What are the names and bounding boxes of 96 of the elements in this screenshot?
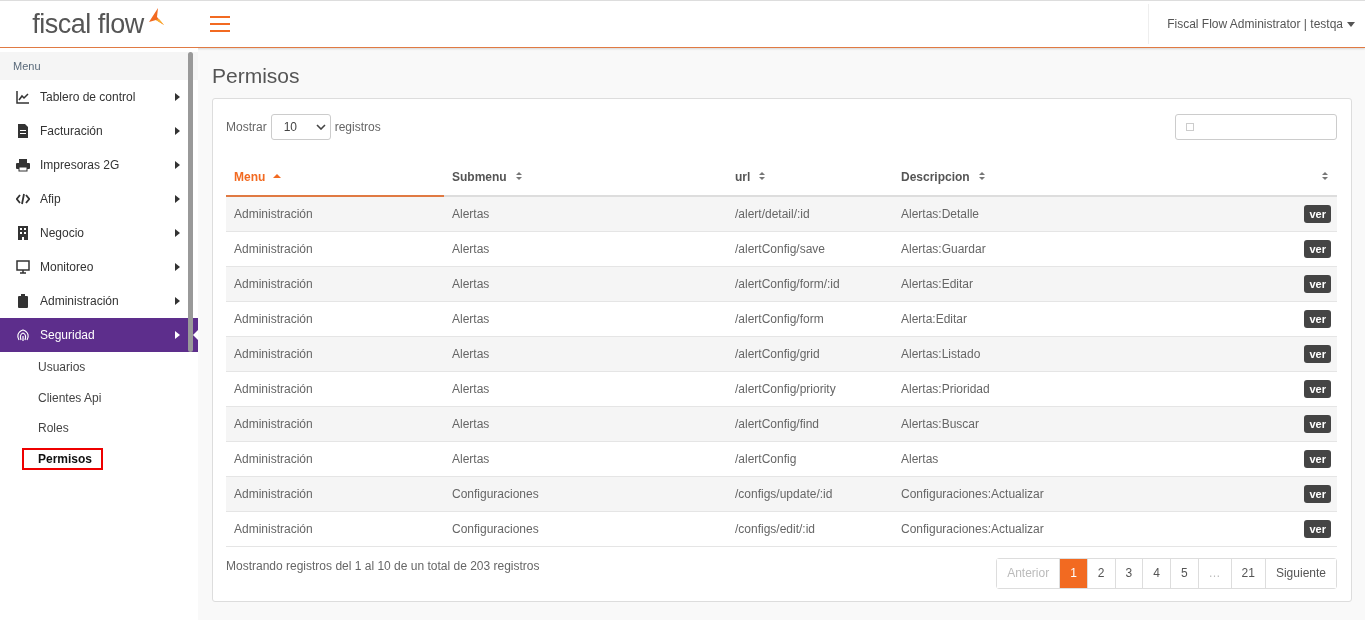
table-cell: Alertas:Listado [893, 336, 1247, 371]
table-cell: Alertas [444, 371, 727, 406]
table-cell: Alertas [444, 336, 727, 371]
table-cell: Alertas:Detalle [893, 196, 1247, 231]
view-button[interactable]: ver [1304, 344, 1331, 363]
building-icon [16, 226, 30, 240]
sidebar-item[interactable]: Monitoreo [0, 250, 198, 284]
sort-icon [1321, 171, 1329, 181]
table-cell: Administración [226, 196, 444, 231]
submenu-item[interactable]: Permisos [22, 447, 103, 470]
table-cell: Alertas [444, 266, 727, 301]
table-cell: Configuraciones [444, 476, 727, 511]
sidebar-item[interactable]: Afip [0, 182, 198, 216]
sidebar-item[interactable]: Facturación [0, 114, 198, 148]
submenu-item[interactable]: Roles [0, 413, 198, 444]
table-cell: /alertConfig/grid [727, 336, 893, 371]
table-cell: Alertas [444, 196, 727, 231]
table-cell: Configuraciones:Actualizar [893, 511, 1247, 546]
table-cell: /alertConfig/find [727, 406, 893, 441]
line-chart-icon [16, 90, 30, 104]
sidebar-heading: Menu [0, 52, 198, 80]
view-button[interactable]: ver [1304, 414, 1331, 433]
submenu-item[interactable]: Usuarios [0, 352, 198, 383]
sidebar-item[interactable]: Impresoras 2G [0, 148, 198, 182]
view-button[interactable]: ver [1304, 484, 1331, 503]
pagination-button[interactable]: Siguiente [1264, 558, 1336, 588]
table-cell: /alertConfig/form/:id [727, 266, 893, 301]
submenu-item[interactable]: Clientes Api [0, 382, 198, 413]
sidebar-item[interactable]: Negocio [0, 216, 198, 250]
menu-icon[interactable] [210, 16, 230, 32]
table-cell: Alertas [444, 406, 727, 441]
caret-icon [175, 195, 180, 203]
caret-icon [175, 263, 180, 271]
table-cell: Configuraciones:Actualizar [893, 476, 1247, 511]
search-field[interactable] [1175, 114, 1337, 140]
page-size-dropdown[interactable]: 10 [270, 114, 331, 140]
table-cell: Administración [226, 441, 444, 476]
view-button[interactable]: ver [1304, 519, 1331, 538]
fingerprint-icon [16, 328, 30, 342]
table-cell: /configs/update/:id [727, 476, 893, 511]
caret-icon [175, 127, 180, 135]
length-label: registros [334, 120, 381, 134]
table-cell: Administración [226, 231, 444, 266]
table-cell: Alertas:Guardar [893, 231, 1247, 266]
sidebar-item[interactable]: Tablero de control [0, 80, 198, 114]
table-cell: Alertas [444, 441, 727, 476]
caret-icon [175, 161, 180, 169]
view-button[interactable]: ver [1304, 204, 1331, 223]
table-cell: /alertConfig/priority [727, 371, 893, 406]
table-cell: Administración [226, 266, 444, 301]
document-icon [16, 124, 30, 138]
caret-icon [175, 93, 180, 101]
caret-icon [1347, 21, 1355, 27]
caret-icon [175, 229, 180, 237]
sidebar-item[interactable]: Administración [0, 284, 198, 318]
view-button[interactable]: ver [1304, 379, 1331, 398]
table-cell: /alert/detail/:id [727, 196, 893, 231]
table-cell: Administración [226, 406, 444, 441]
length-label: Mostrar [226, 120, 267, 134]
table-cell: Alertas [893, 441, 1247, 476]
table-cell: Alerta:Editar [893, 301, 1247, 336]
code-icon [16, 192, 30, 206]
table-info: Mostrando registros del 1 al 10 de un total de 203 registros [226, 558, 540, 573]
table-cell: Administración [226, 476, 444, 511]
caret-icon [175, 297, 180, 305]
sort-ascending-icon [273, 171, 282, 181]
table-cell: Administración [226, 511, 444, 546]
sidebar-item[interactable]: Seguridad [0, 318, 198, 352]
sort-icon [758, 171, 767, 181]
caret-icon [175, 331, 180, 339]
table-cell: Alertas:Buscar [893, 406, 1247, 441]
table-cell: /alertConfig/save [727, 231, 893, 266]
view-button[interactable]: ver [1304, 309, 1331, 328]
logo-text: fiscal flow [32, 8, 144, 40]
table-cell: Configuraciones [444, 511, 727, 546]
table-cell: /alertConfig/form [727, 301, 893, 336]
sort-icon [514, 171, 523, 181]
view-button[interactable]: ver [1304, 239, 1331, 258]
monitor-icon [16, 260, 30, 274]
table-cell: Alertas [444, 301, 727, 336]
chevron-icon [315, 124, 326, 130]
clipboard-icon [16, 294, 30, 308]
table-cell: Administración [226, 336, 444, 371]
table-cell: /configs/edit/:id [727, 511, 893, 546]
view-button[interactable]: ver [1304, 274, 1331, 293]
page-title: Permisos [212, 64, 301, 88]
view-button[interactable]: ver [1304, 449, 1331, 468]
table-cell: Administración [226, 371, 444, 406]
table-cell: /alertConfig [727, 441, 893, 476]
printer-icon [16, 158, 30, 172]
table-cell: Alertas:Prioridad [893, 371, 1247, 406]
table-cell: Alertas:Editar [893, 266, 1247, 301]
sort-icon [977, 171, 986, 181]
table-cell: Alertas [444, 231, 727, 266]
table-cell: Administración [226, 301, 444, 336]
user-menu[interactable]: Fiscal Flow Administrator | testqa [1148, 4, 1365, 44]
